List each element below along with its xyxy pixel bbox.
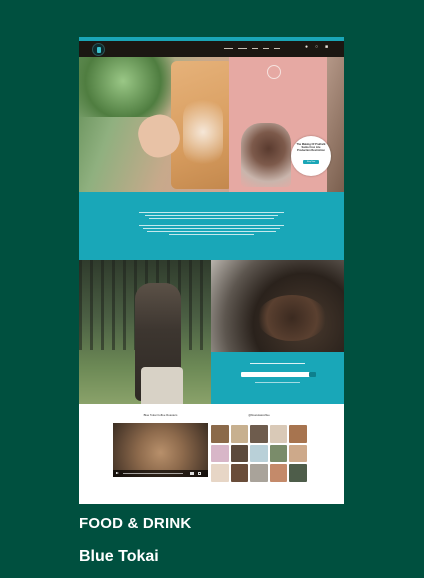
project-title[interactable]: Blue Tokai (79, 548, 159, 566)
instagram-tile[interactable] (269, 444, 288, 463)
site-navbar: ▬▬▬ ▬▬▬ ▬▬ ▬▬ ▬▬ ● ○ ■ (79, 41, 344, 57)
poster-emblem-icon (267, 65, 281, 79)
video-player[interactable] (113, 423, 208, 477)
instagram-tile[interactable] (211, 425, 229, 443)
nav-link[interactable]: ▬▬▬ (238, 46, 247, 51)
cart-icon[interactable]: ■ (325, 45, 330, 50)
volume-icon[interactable] (190, 472, 194, 475)
coffee-bag-pattern (183, 97, 223, 167)
instagram-tile[interactable] (250, 425, 268, 443)
instagram-tile[interactable] (250, 444, 268, 463)
instagram-tile[interactable] (289, 464, 307, 482)
video-progress[interactable] (123, 473, 183, 474)
nav-icons: ● ○ ■ (305, 45, 330, 50)
instagram-tile[interactable] (230, 444, 249, 463)
intro-text-lines (139, 212, 284, 235)
farmer-apron (141, 367, 183, 404)
promo-badge-button[interactable]: Shop Now (303, 160, 319, 164)
instagram-tile[interactable] (269, 464, 288, 482)
blue-tokai-logo[interactable] (92, 43, 105, 56)
nav-link[interactable]: ▬▬ (263, 46, 269, 51)
instagram-tile[interactable] (230, 464, 249, 482)
newsletter-title-line (250, 363, 305, 364)
instagram-tile[interactable] (250, 464, 268, 482)
instagram-tile[interactable] (289, 444, 307, 463)
nav-link[interactable]: ▬▬ (252, 46, 258, 51)
search-icon[interactable]: ○ (315, 45, 320, 50)
promo-badge-text: The Making Of Pruthvik Santa Cruz Lite P… (296, 143, 326, 153)
nav-link[interactable]: ▬▬▬ (224, 46, 233, 51)
instagram-tile[interactable] (211, 464, 229, 482)
coffee-beans (257, 295, 327, 341)
promo-badge-button-label: Shop Now (306, 161, 316, 163)
instagram-grid (211, 425, 307, 482)
newsletter-section (211, 352, 344, 404)
portrait-image (241, 123, 291, 187)
category-label: FOOD & DRINK (79, 515, 192, 532)
newsletter-email-input[interactable] (241, 372, 311, 377)
newsletter-note-line (255, 382, 300, 383)
instagram-tile[interactable] (269, 425, 288, 443)
nav-link[interactable]: ▬▬ (274, 46, 280, 51)
play-icon[interactable] (116, 472, 119, 474)
fullscreen-icon[interactable] (198, 472, 201, 475)
instagram-tile[interactable] (230, 425, 249, 443)
instagram-section-title: @bluetokaicoffee (248, 413, 270, 417)
instagram-tile[interactable] (211, 444, 229, 463)
newsletter-submit-button[interactable] (309, 372, 316, 377)
user-icon[interactable]: ● (305, 45, 310, 50)
promo-badge[interactable] (291, 136, 331, 176)
video-section-title: Blue Tokai Coffee Roasters (143, 413, 178, 417)
nav-links: ▬▬▬ ▬▬▬ ▬▬ ▬▬ ▬▬ (224, 46, 280, 51)
instagram-tile[interactable] (289, 425, 307, 443)
